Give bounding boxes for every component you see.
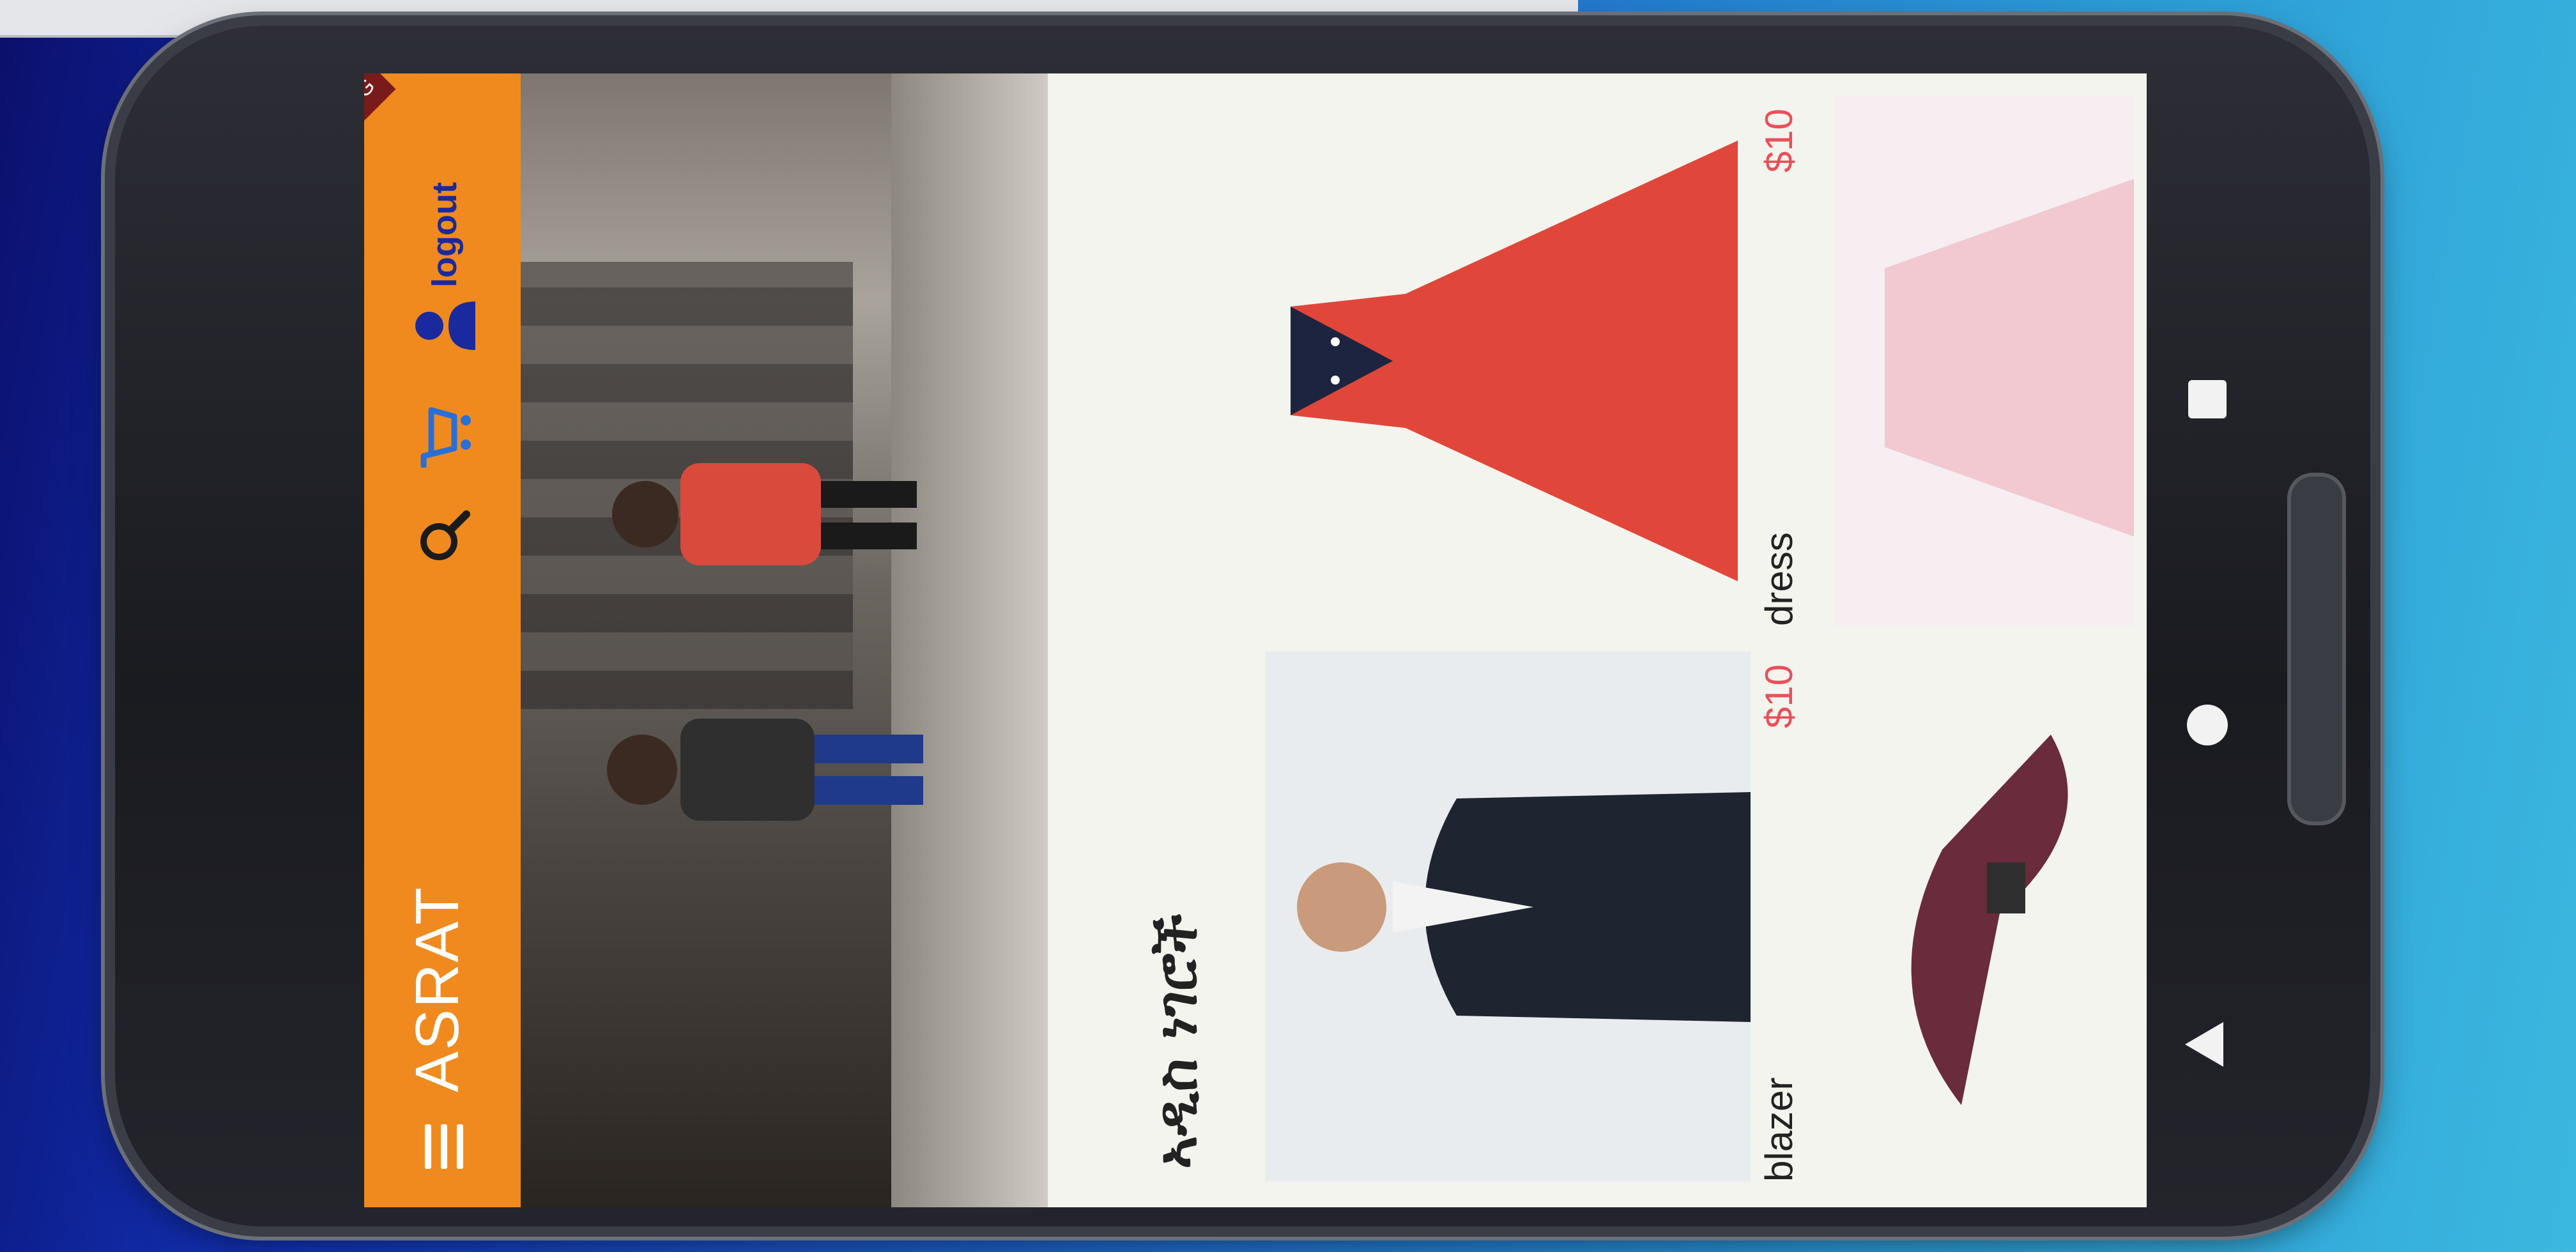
product-price: $10	[1758, 664, 1800, 729]
phone-speaker	[2287, 473, 2346, 825]
hero-person-red-coat	[612, 463, 917, 565]
product-image-dress	[1265, 96, 1751, 626]
menu-icon[interactable]	[409, 1111, 479, 1182]
hero-person-jacket	[607, 719, 923, 821]
user-icon[interactable]	[409, 294, 479, 358]
product-image-blazer	[1265, 652, 1751, 1182]
system-navigation-bar	[2159, 83, 2255, 1195]
home-circle-icon[interactable]	[2179, 696, 2236, 754]
app-title: ASRAT	[403, 886, 471, 1092]
app-viewport: ASRAT logout DEBUG ኣዲስ ነገሮች blazer $10 d…	[364, 73, 2147, 1207]
section-title: ኣዲስ ነገሮች	[1144, 913, 1209, 1169]
search-icon[interactable]	[412, 505, 476, 569]
product-image-belt[interactable]	[1834, 652, 2134, 1182]
product-section: ኣዲስ ነገሮች blazer $10 dress $10	[1048, 73, 2147, 1207]
app-bar: ASRAT logout DEBUG	[364, 73, 521, 1207]
product-card-dress[interactable]: dress $10	[1265, 96, 1800, 626]
logout-link[interactable]: logout	[425, 182, 464, 287]
product-image-skirt[interactable]	[1834, 96, 2134, 626]
product-name: dress	[1758, 532, 1800, 626]
product-price: $10	[1758, 109, 1800, 173]
phone-screen: ASRAT logout DEBUG ኣዲስ ነገሮች blazer $10 d…	[364, 73, 2147, 1207]
product-card-blazer[interactable]: blazer $10	[1265, 652, 1800, 1182]
product-name: blazer	[1758, 1077, 1800, 1182]
debug-badge: DEBUG	[364, 73, 396, 162]
hero-banner-image	[521, 73, 1048, 1207]
back-triangle-icon[interactable]	[2179, 1016, 2236, 1073]
recents-square-icon[interactable]	[2179, 370, 2236, 428]
hero-pavement	[891, 73, 1048, 1207]
cart-icon[interactable]	[412, 402, 476, 473]
